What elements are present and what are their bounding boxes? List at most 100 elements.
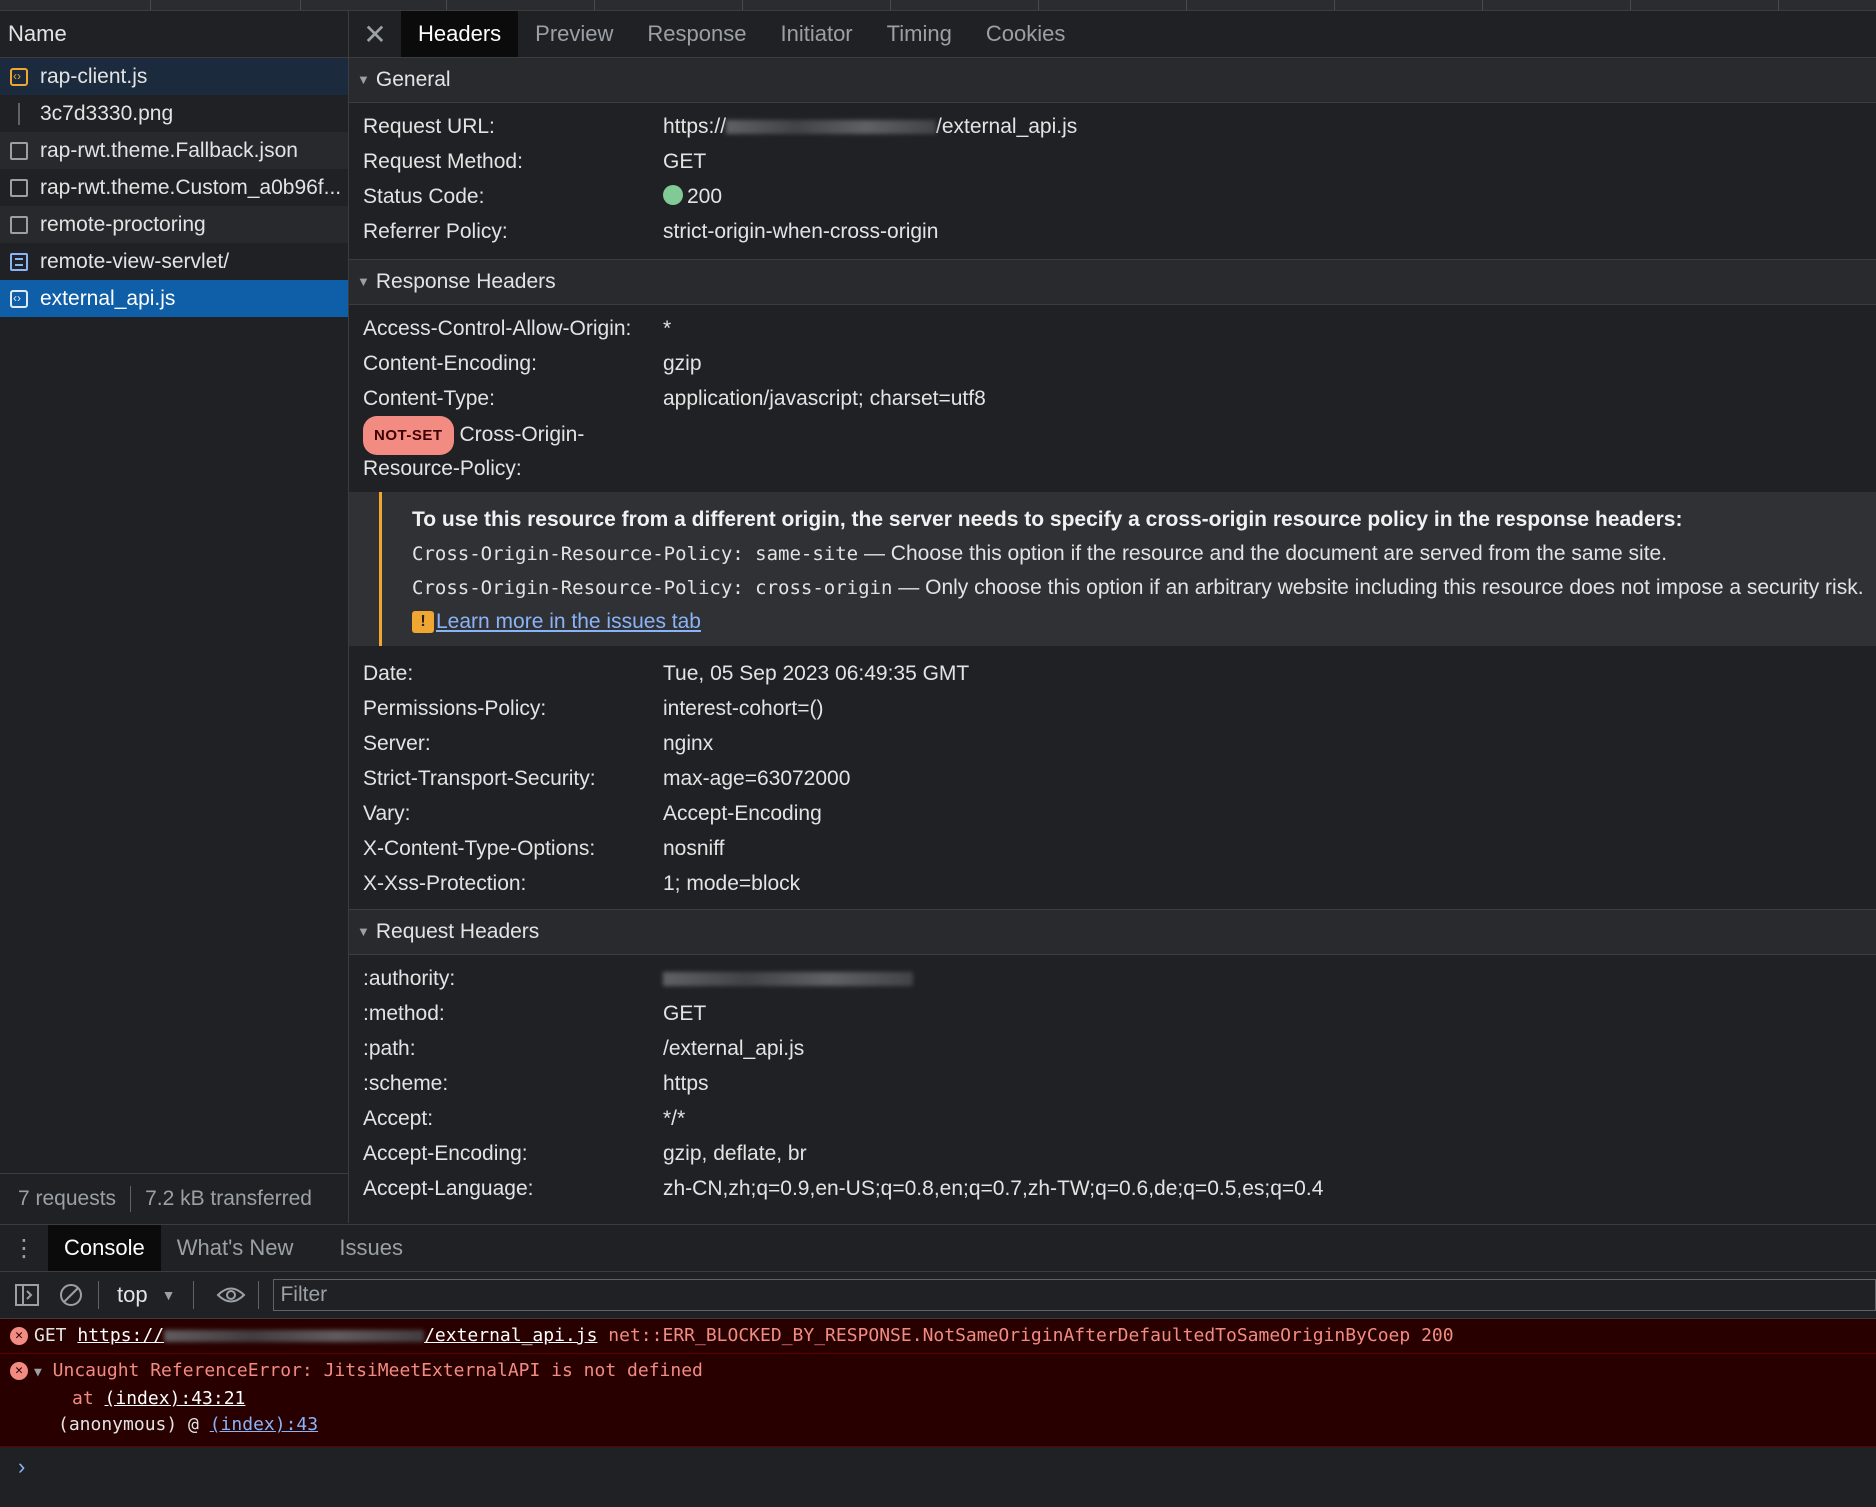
request-row[interactable]: remote-view-servlet/ xyxy=(0,243,348,280)
tab-headers[interactable]: Headers xyxy=(401,11,519,57)
header-key: Request Method: xyxy=(363,150,523,173)
live-expression-eye-icon[interactable] xyxy=(214,1278,248,1312)
header-key: Request URL: xyxy=(363,115,495,138)
header-row: Accept-Encoding: gzip, deflate, br xyxy=(349,1136,1876,1171)
header-key: Permissions-Policy: xyxy=(363,697,547,720)
header-value: interest-cohort=() xyxy=(663,697,824,720)
header-value: zh-CN,zh;q=0.9,en-US;q=0.8,en;q=0.7,zh-T… xyxy=(663,1177,1324,1200)
source-location-link[interactable]: (index):43:21 xyxy=(105,1388,246,1409)
details-tab-bar: ✕ Headers Preview Response Initiator Tim… xyxy=(349,11,1876,58)
header-key: Vary: xyxy=(363,802,411,825)
source-location-link[interactable]: (index):43 xyxy=(210,1414,318,1435)
header-key: NOT-SET Cross-Origin- xyxy=(349,416,663,455)
header-row: Accept: */* xyxy=(349,1101,1876,1136)
console-error-message: ✕ ▼ Uncaught ReferenceError: JitsiMeetExt… xyxy=(0,1354,1876,1447)
header-value: application/javascript; charset=utf8 xyxy=(663,387,986,410)
request-row[interactable]: rap-rwt.theme.Custom_a0b96f... xyxy=(0,169,348,206)
header-row: Content-Type: application/javascript; ch… xyxy=(349,381,1876,416)
header-value: max-age=63072000 xyxy=(663,767,851,790)
console-filter-input[interactable] xyxy=(273,1279,1876,1311)
header-value: gzip xyxy=(663,352,702,375)
tab-whats-new[interactable]: What's New xyxy=(161,1225,310,1271)
clear-console-icon[interactable] xyxy=(54,1278,88,1312)
warning-option: Cross-Origin-Resource-Policy: same-site … xyxy=(412,542,1668,565)
header-key: :scheme: xyxy=(363,1072,449,1095)
header-value: gzip, deflate, br xyxy=(663,1142,807,1165)
header-key: Date: xyxy=(363,662,414,685)
request-row[interactable]: remote-proctoring xyxy=(0,206,348,243)
header-row: :scheme: https xyxy=(349,1066,1876,1101)
context-selector[interactable]: top ▼ xyxy=(109,1282,183,1308)
warning-option: Cross-Origin-Resource-Policy: cross-orig… xyxy=(412,576,1864,599)
request-details-panel: ✕ Headers Preview Response Initiator Tim… xyxy=(349,11,1876,1223)
header-value: strict-origin-when-cross-origin xyxy=(663,220,939,243)
section-request-headers-body: :authority: :method: GET :path: /externa… xyxy=(349,955,1876,1216)
close-icon[interactable]: ✕ xyxy=(349,11,401,57)
section-response-headers-header[interactable]: ▼ Response Headers xyxy=(349,259,1876,305)
image-file-icon xyxy=(18,102,20,125)
header-row: Resource-Policy: xyxy=(349,451,1876,486)
header-row: Strict-Transport-Security: max-age=63072… xyxy=(349,761,1876,796)
redacted-host xyxy=(663,972,913,987)
tab-issues[interactable]: Issues xyxy=(323,1225,419,1271)
header-value: nosniff xyxy=(663,837,725,860)
error-icon: ✕ xyxy=(10,1362,28,1380)
tab-preview[interactable]: Preview xyxy=(518,11,630,57)
console-drawer: ⋮ Console What's New Issues top ▼ ✕GET ht… xyxy=(0,1224,1876,1507)
request-count: 7 requests xyxy=(18,1187,117,1210)
top-toolbar-strip xyxy=(0,0,1876,11)
status-code-value: 200 xyxy=(663,179,722,214)
header-key: Resource-Policy: xyxy=(363,457,522,480)
header-value: Accept-Encoding xyxy=(663,802,822,825)
header-row: X-Content-Type-Options: nosniff xyxy=(349,831,1876,866)
generic-file-icon xyxy=(10,141,28,160)
console-toolbar: top ▼ xyxy=(0,1272,1876,1319)
more-options-icon[interactable]: ⋮ xyxy=(0,1225,48,1271)
request-row[interactable]: rap-rwt.theme.Fallback.json xyxy=(0,132,348,169)
section-title: General xyxy=(375,68,451,91)
header-value: Tue, 05 Sep 2023 06:49:35 GMT xyxy=(663,662,970,685)
error-url-link[interactable]: https:///external_api.js xyxy=(77,1325,597,1346)
header-key: Accept-Encoding: xyxy=(363,1142,528,1165)
header-value: 1; mode=block xyxy=(663,872,801,895)
console-prompt[interactable]: › xyxy=(0,1447,1876,1487)
header-key: Server: xyxy=(363,732,431,755)
header-row: NOT-SET Cross-Origin- xyxy=(349,416,1876,455)
request-name: rap-rwt.theme.Custom_a0b96f... xyxy=(40,176,342,199)
redacted-host xyxy=(164,1330,425,1342)
header-key: X-Content-Type-Options: xyxy=(363,837,596,860)
tab-console[interactable]: Console xyxy=(48,1225,161,1271)
tab-timing[interactable]: Timing xyxy=(870,11,969,57)
expand-triangle-icon[interactable]: ▼ xyxy=(34,1365,42,1380)
header-row: Permissions-Policy: interest-cohort=() xyxy=(349,691,1876,726)
header-row: Status Code: 200 xyxy=(349,179,1876,214)
request-row[interactable]: 3c7d3330.png xyxy=(0,95,348,132)
not-set-badge: NOT-SET xyxy=(363,416,454,455)
tab-cookies[interactable]: Cookies xyxy=(969,11,1082,57)
section-general-body: Request URL: https:///external_api.js Re… xyxy=(349,103,1876,259)
redacted-host xyxy=(726,120,937,135)
sidebar-toggle-icon[interactable] xyxy=(10,1278,44,1312)
section-general-header[interactable]: ▼ General xyxy=(349,58,1876,103)
request-name: 3c7d3330.png xyxy=(40,102,174,125)
name-column-header[interactable]: Name xyxy=(0,11,348,58)
header-value: */* xyxy=(663,1107,686,1130)
generic-file-icon xyxy=(10,178,28,197)
issue-warning-icon: ! xyxy=(412,611,434,634)
header-row: Accept-Language: zh-CN,zh;q=0.9,en-US;q=… xyxy=(349,1171,1876,1206)
header-row: :path: /external_api.js xyxy=(349,1031,1876,1066)
corp-warning-box: To use this resource from a different or… xyxy=(349,492,1876,646)
network-request-list: Name rap-client.js 3c7d3330.png rap-rwt.… xyxy=(0,11,349,1223)
request-name: rap-rwt.theme.Fallback.json xyxy=(40,139,298,162)
learn-more-issues-link[interactable]: Learn more in the issues tab xyxy=(436,610,701,633)
tab-initiator[interactable]: Initiator xyxy=(763,11,869,57)
section-request-headers-header[interactable]: ▼ Request Headers xyxy=(349,909,1876,955)
document-icon xyxy=(10,252,28,271)
header-value: /external_api.js xyxy=(663,1037,805,1060)
request-row[interactable]: rap-client.js xyxy=(0,58,348,95)
header-key: :authority: xyxy=(363,967,456,990)
section-response-headers-body: Access-Control-Allow-Origin: * Content-E… xyxy=(349,305,1876,901)
header-value: * xyxy=(663,317,672,340)
request-row-selected[interactable]: external_api.js xyxy=(0,280,348,317)
tab-response[interactable]: Response xyxy=(630,11,763,57)
